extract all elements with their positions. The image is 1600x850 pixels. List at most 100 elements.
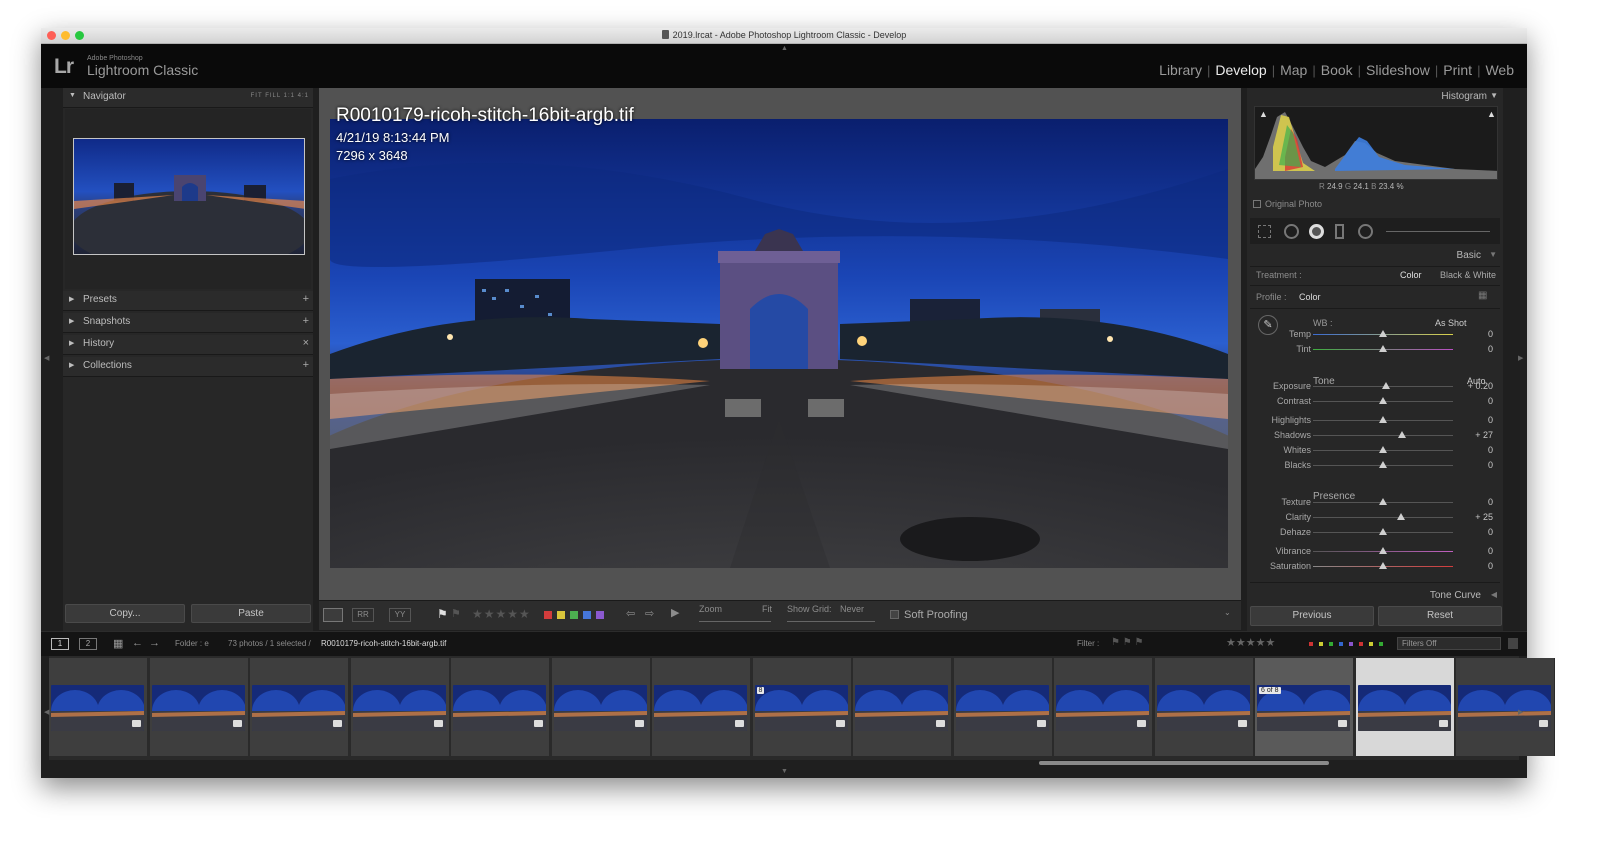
slider-track[interactable] — [1313, 345, 1453, 352]
slider-vibrance[interactable]: Vibrance 0 — [1247, 545, 1503, 559]
current-file-path[interactable]: R0010179-ricoh-stitch-16bit-argb.tif — [321, 639, 446, 648]
slider-thumb[interactable] — [1379, 330, 1387, 337]
top-panel-toggle-icon[interactable]: ▲ — [781, 45, 788, 52]
slider-thumb[interactable] — [1379, 446, 1387, 453]
star-rating[interactable]: ★★★★★ — [472, 607, 531, 621]
filters-select[interactable]: Filters Off — [1397, 637, 1501, 650]
module-develop[interactable]: Develop — [1210, 62, 1271, 78]
panel-action-icon[interactable]: + — [303, 315, 309, 327]
panel-snapshots[interactable]: ▶ Snapshots + — [63, 313, 313, 333]
filmstrip-thumbnail[interactable]: 8 — [752, 658, 852, 756]
bottom-panel-toggle-icon[interactable]: ▼ — [781, 768, 788, 775]
soft-proofing-checkbox[interactable] — [890, 610, 899, 619]
panel-action-icon[interactable]: + — [303, 293, 309, 305]
next-photo-icon[interactable]: ⇨ — [645, 607, 654, 620]
flag-filter-icon[interactable]: ⚑ ⚑ ⚑ — [1111, 637, 1143, 648]
primary-display-button[interactable]: 1 — [51, 638, 69, 650]
filmstrip-thumbnail[interactable] — [1154, 658, 1254, 756]
filmstrip-thumbnail[interactable]: 6 of 8 — [1255, 658, 1354, 756]
spot-removal-icon[interactable] — [1284, 224, 1299, 239]
module-print[interactable]: Print — [1438, 62, 1477, 78]
slider-thumb[interactable] — [1379, 562, 1387, 569]
before-after-icon[interactable]: RR — [352, 608, 374, 622]
slider-thumb[interactable] — [1379, 461, 1387, 468]
filmstrip-thumbnail[interactable] — [149, 658, 249, 756]
module-slideshow[interactable]: Slideshow — [1361, 62, 1435, 78]
slider-tint[interactable]: Tint 0 — [1247, 343, 1503, 357]
slider-value[interactable]: 0 — [1488, 396, 1493, 406]
show-grid-select[interactable]: Never — [840, 604, 864, 614]
filmstrip-thumbnail[interactable] — [1054, 658, 1153, 756]
brush-slider[interactable] — [1386, 231, 1490, 232]
panel-collections[interactable]: ▶ Collections + — [63, 357, 313, 377]
panel-history[interactable]: ▶ History × — [63, 335, 313, 355]
red-eye-icon[interactable] — [1309, 224, 1324, 239]
back-icon[interactable]: ← — [132, 637, 143, 649]
slider-track[interactable] — [1313, 547, 1453, 554]
slider-blacks[interactable]: Blacks 0 — [1247, 459, 1503, 473]
slider-track[interactable] — [1313, 446, 1453, 453]
filmstrip-thumbnail[interactable] — [551, 658, 651, 756]
slider-track[interactable] — [1313, 416, 1453, 423]
panel-presets[interactable]: ▶ Presets + — [63, 291, 313, 311]
profile-browser-icon[interactable]: ▦ — [1478, 290, 1487, 301]
paste-settings-button[interactable]: Paste — [191, 604, 311, 623]
slider-value[interactable]: 0 — [1488, 497, 1493, 507]
slider-thumb[interactable] — [1381, 382, 1390, 389]
module-map[interactable]: Map — [1275, 62, 1312, 78]
reset-button[interactable]: Reset — [1378, 606, 1502, 626]
slider-track[interactable] — [1313, 528, 1453, 535]
panel-action-icon[interactable]: × — [303, 337, 309, 349]
slider-thumb[interactable] — [1397, 431, 1406, 438]
loupe-view-icon[interactable] — [323, 608, 343, 622]
slider-thumb[interactable] — [1379, 397, 1387, 404]
copy-settings-button[interactable]: Copy... — [65, 604, 185, 623]
slider-shadows[interactable]: Shadows + 27 — [1247, 429, 1503, 443]
slider-track[interactable] — [1313, 431, 1453, 438]
graduated-filter-icon[interactable] — [1335, 224, 1344, 239]
navigator-header[interactable]: ▼ Navigator FIT FILL 1:1 4:1 — [63, 88, 313, 108]
navigator-thumbnail[interactable] — [73, 138, 305, 255]
slider-track[interactable] — [1313, 461, 1453, 468]
main-photo[interactable] — [330, 119, 1228, 568]
slider-value[interactable]: 0 — [1488, 527, 1493, 537]
filmstrip-thumbnail[interactable] — [853, 658, 952, 756]
treatment-bw-option[interactable]: Black & White — [1440, 270, 1496, 280]
crop-tool-icon[interactable] — [1258, 225, 1271, 238]
panel-action-icon[interactable]: + — [303, 359, 309, 371]
reject-flag-icon[interactable]: ⚑ — [451, 607, 461, 620]
zoom-slider[interactable] — [699, 621, 771, 622]
right-panel-toggle-icon[interactable]: ▶ — [1518, 354, 1523, 362]
before-after-split-icon[interactable]: YY — [389, 608, 411, 622]
toolbar-options-chevron-icon[interactable]: ⌄ — [1224, 608, 1231, 617]
stack-badge[interactable]: 8 — [756, 687, 765, 694]
play-slideshow-icon[interactable]: ▶ — [671, 606, 679, 619]
left-panel-toggle-icon[interactable]: ◀ — [44, 354, 49, 362]
navigator-zoom-options[interactable]: FIT FILL 1:1 4:1 — [251, 93, 309, 99]
slider-track[interactable] — [1313, 330, 1453, 337]
slider-thumb[interactable] — [1379, 547, 1387, 554]
original-photo-checkbox[interactable] — [1253, 200, 1261, 208]
filter-lock-icon[interactable] — [1508, 638, 1518, 649]
filmstrip-thumbnail[interactable] — [49, 658, 148, 756]
slider-track[interactable] — [1313, 562, 1453, 569]
color-label-filter[interactable] — [1309, 642, 1389, 646]
previous-button[interactable]: Previous — [1250, 606, 1374, 626]
slider-thumb[interactable] — [1379, 498, 1387, 505]
filmstrip-thumbnail[interactable] — [451, 658, 550, 756]
filmstrip-thumbnail[interactable] — [1355, 658, 1455, 756]
slider-track[interactable] — [1313, 513, 1453, 520]
slider-whites[interactable]: Whites 0 — [1247, 444, 1503, 458]
slider-value[interactable]: 0 — [1488, 561, 1493, 571]
filmstrip-thumbnail[interactable] — [250, 658, 349, 756]
filmstrip-thumbnail[interactable] — [953, 658, 1053, 756]
slider-value[interactable]: 0 — [1488, 415, 1493, 425]
module-web[interactable]: Web — [1480, 62, 1519, 78]
slider-value[interactable]: + 27 — [1475, 430, 1493, 440]
forward-icon[interactable]: → — [149, 637, 160, 649]
slider-thumb[interactable] — [1379, 528, 1387, 535]
basic-panel-collapse-icon[interactable]: ▼ — [1489, 250, 1497, 259]
slider-thumb[interactable] — [1396, 513, 1405, 520]
filmstrip-scroll-right-icon[interactable]: ▶ — [1518, 708, 1523, 716]
slider-value[interactable]: 0 — [1488, 445, 1493, 455]
